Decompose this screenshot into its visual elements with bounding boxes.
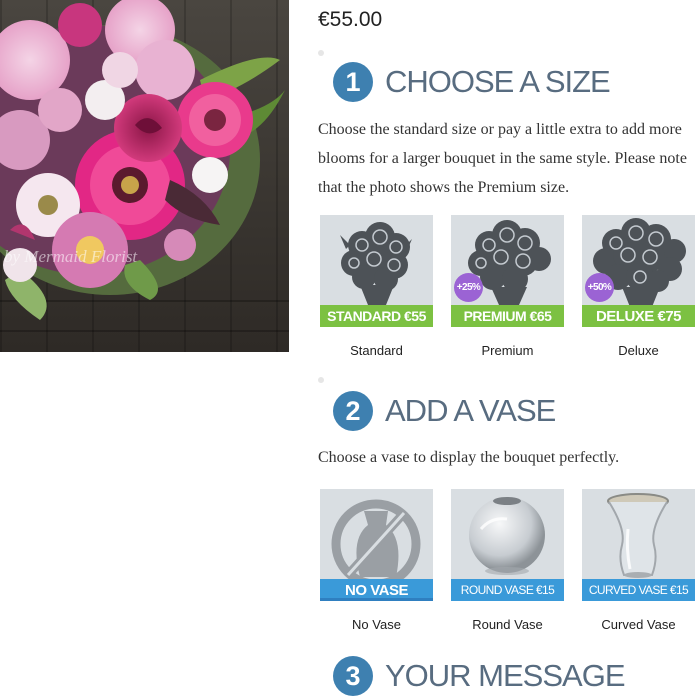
step-number-badge: 3 [333,656,373,696]
step-your-message-heading: 3 YOUR MESSAGE [333,656,625,696]
size-option-premium[interactable]: +25% PREMIUM €65 Premium [451,215,564,358]
size-option-image: +50% DELUXE €75 [582,215,695,327]
vase-option-label: Round Vase [472,617,543,632]
vase-price-band: CURVED VASE €15 [582,579,695,601]
vase-description: Choose a vase to display the bouquet per… [318,449,620,466]
extra-blooms-badge: +25% [454,273,483,302]
size-price-band: DELUXE €75 [582,305,695,327]
product-price: €55.00 [318,8,383,31]
size-option-deluxe[interactable]: +50% DELUXE €75 Deluxe [582,215,695,358]
vase-option-curved[interactable]: CURVED VASE €15 Curved Vase [582,489,695,632]
step-number-badge: 2 [333,391,373,431]
step-choose-size-heading: 1 CHOOSE A SIZE [333,62,611,102]
size-option-label: Standard [350,343,403,358]
vase-option-label: Curved Vase [601,617,676,632]
photo-watermark: by Mermaid Florist [4,247,138,266]
vase-option-image: CURVED VASE €15 [582,489,695,601]
selected-underline [320,598,433,601]
size-option-label: Deluxe [618,343,659,358]
bouquet-image [0,0,285,320]
step-number-badge: 1 [333,62,373,102]
separator-dot [318,50,324,56]
vase-option-image: NO VASE [320,489,433,601]
size-option-image: STANDARD €55 [320,215,433,327]
separator-dot [318,377,324,383]
vase-option-label: No Vase [352,617,401,632]
size-price-band: PREMIUM €65 [451,305,564,327]
step-add-vase-heading: 2 ADD A VASE [333,391,556,431]
step-title: ADD A VASE [385,393,556,428]
step-title: CHOOSE A SIZE [385,64,611,99]
step-title: YOUR MESSAGE [385,658,625,693]
product-photo: by Mermaid Florist [0,0,289,352]
size-option-image: +25% PREMIUM €65 [451,215,564,327]
vase-option-none[interactable]: NO VASE No Vase [320,489,433,632]
size-price-band: STANDARD €55 [320,305,433,327]
extra-blooms-badge: +50% [585,273,614,302]
size-description: Choose the standard size or pay a little… [318,121,687,196]
vase-price-band: ROUND VASE €15 [451,579,564,601]
size-option-label: Premium [481,343,534,358]
size-option-standard[interactable]: STANDARD €55 Standard [320,215,433,358]
vase-option-round[interactable]: ROUND VASE €15 Round Vase [451,489,564,632]
vase-option-image: ROUND VASE €15 [451,489,564,601]
